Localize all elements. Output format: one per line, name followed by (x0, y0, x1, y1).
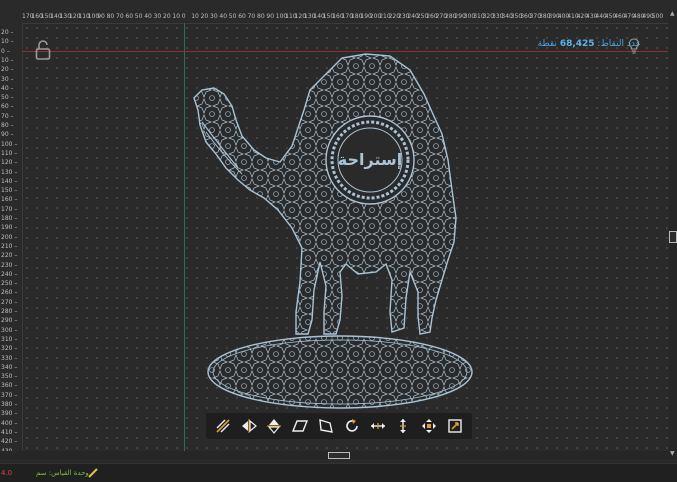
point-count-label: عدد النقاط: 68,425 نقطة (538, 39, 641, 49)
unlock-icon[interactable] (35, 40, 51, 60)
ruler-left-label: 210 – (1, 242, 18, 250)
ruler-top-label: 50 (228, 13, 237, 20)
ruler-top-label: 70 (247, 13, 256, 20)
ruler-left-label: 250 – (1, 280, 18, 288)
skew-icon[interactable] (290, 416, 310, 436)
ruler-left-label: 160 – (1, 196, 18, 204)
ruler-top-label: 500 (651, 13, 664, 20)
ruler-top-label: 20 (163, 13, 171, 20)
flip-vertical-icon[interactable] (264, 416, 284, 436)
ruler-left-label: 40 – (1, 84, 14, 92)
ruler-left-label: 310 – (1, 335, 18, 343)
ruler-left-label: 50 – (1, 94, 14, 102)
rotate-icon[interactable] (342, 416, 362, 436)
ruler-top-label: 60 (125, 13, 134, 20)
ruler-left-label: 400 – (1, 419, 18, 427)
ruler-left-label: 230 – (1, 261, 18, 269)
ruler-left-label: 380 – (1, 401, 18, 408)
ruler-left-label: 110 – (1, 149, 18, 157)
scroll-up-arrow[interactable]: ▲ (670, 10, 675, 17)
status-bar: 4.0 وحدة القياس: سم (0, 463, 677, 482)
ruler-left-label: 280 – (1, 308, 18, 315)
ruler-top-label: 50 (134, 13, 143, 20)
ruler-left-label: 350 – (1, 373, 18, 381)
scale-horizontal-icon[interactable] (368, 416, 388, 436)
scale-vertical-icon[interactable] (393, 416, 413, 436)
vertical-scrollbar[interactable]: ▲ ▼ (669, 10, 677, 459)
ruler-top-label: 90 (266, 13, 275, 20)
ruler-top-label: 80 (257, 13, 265, 20)
ruler-left-label: 20 – (1, 29, 14, 36)
ruler-left-label: 360 – (1, 382, 18, 390)
ruler-left-label: 240 – (1, 270, 18, 278)
ruler-top-label: 30 (153, 13, 162, 20)
design-base (207, 335, 473, 409)
mirror-diagonal-icon[interactable] (213, 416, 233, 436)
ruler-left-label: 100 – (1, 140, 18, 148)
horizontal-scrollbar[interactable] (0, 451, 669, 459)
scroll-down-arrow[interactable]: ▼ (670, 450, 675, 457)
camel-design[interactable]: إستراحة (180, 50, 480, 410)
ruler-left-label: 370 – (1, 391, 18, 399)
ruler-left-label: 420 – (1, 438, 18, 446)
ruler-left-label: 180 – (1, 215, 18, 222)
point-count-value: 68,425 (559, 39, 595, 49)
ruler-corner (0, 10, 22, 23)
coordinate-readout: 4.0 (1, 469, 13, 477)
ruler-left-label: 20 – (1, 66, 14, 74)
distort-icon[interactable] (316, 416, 336, 436)
ruler-left-label: 390 – (1, 410, 18, 418)
ruler-top-label: 10 (191, 13, 199, 20)
ruler-left-label: 10 – (1, 38, 14, 46)
horizontal-scroll-thumb[interactable] (328, 452, 350, 459)
ruler-left-label: 0 – (1, 47, 10, 55)
ruler-left-label: 170 – (1, 205, 18, 213)
ruler-left-label: 260 – (1, 289, 18, 297)
ruler-left-label: 190 – (1, 224, 18, 232)
ruler-left-label: 270 – (1, 298, 18, 306)
ruler-left-label: 60 – (1, 103, 14, 111)
vertical-ruler: 20 –10 –0 –10 –20 –30 –40 –50 –60 –70 –8… (0, 23, 23, 455)
ruler-left-label: 150 – (1, 187, 18, 195)
ruler-left-label: 410 – (1, 428, 18, 436)
ruler-top-label: 80 (106, 13, 115, 20)
ruler-icon (88, 468, 98, 478)
ruler-top-label: 30 (210, 13, 218, 20)
ruler-left-label: 140 – (1, 177, 18, 185)
ruler-left-label: 200 – (1, 233, 18, 241)
ruler-top-label: 90 (97, 13, 105, 20)
ruler-top-label: 40 (144, 13, 152, 20)
ruler-left-label: 90 – (1, 131, 14, 139)
flip-horizontal-icon[interactable] (239, 416, 259, 436)
ruler-top-label: 20 (200, 13, 209, 20)
ruler-top-label: 70 (116, 13, 124, 20)
ruler-left-label: 320 – (1, 345, 18, 353)
ruler-left-label: 70 – (1, 112, 14, 120)
ruler-top-label: 0 (181, 13, 186, 20)
ruler-top-label: 10 (172, 13, 181, 20)
lightbulb-icon[interactable] (628, 38, 640, 54)
camel-silhouette (193, 53, 457, 335)
resize-icon[interactable] (445, 416, 465, 436)
transform-toolbar (206, 413, 472, 439)
ruler-top-label: 60 (238, 13, 246, 20)
emblem-text: إستراحة (338, 150, 402, 169)
horizontal-ruler: 170 160 150 140 130 120 110 100 90 80 70 60 50 40 30 20… (22, 10, 668, 24)
measurement-unit-label[interactable]: وحدة القياس: سم (36, 469, 89, 477)
ruler-left-label: 340 – (1, 363, 18, 371)
ruler-top-label: 40 (219, 13, 228, 20)
ruler-left-label: 220 – (1, 252, 18, 260)
ruler-left-label: 120 – (1, 159, 18, 167)
vertical-scroll-thumb[interactable] (669, 231, 677, 243)
point-count-unit: نقطة (537, 39, 557, 49)
ruler-left-label: 10 – (1, 56, 14, 64)
move-all-icon[interactable] (419, 416, 439, 436)
ruler-left-label: 300 – (1, 326, 18, 334)
ruler-left-label: 130 – (1, 168, 18, 176)
ruler-left-label: 30 – (1, 75, 14, 83)
ruler-left-label: 330 – (1, 354, 18, 362)
ruler-left-label: 80 – (1, 122, 14, 129)
ruler-left-label: 290 – (1, 317, 18, 325)
